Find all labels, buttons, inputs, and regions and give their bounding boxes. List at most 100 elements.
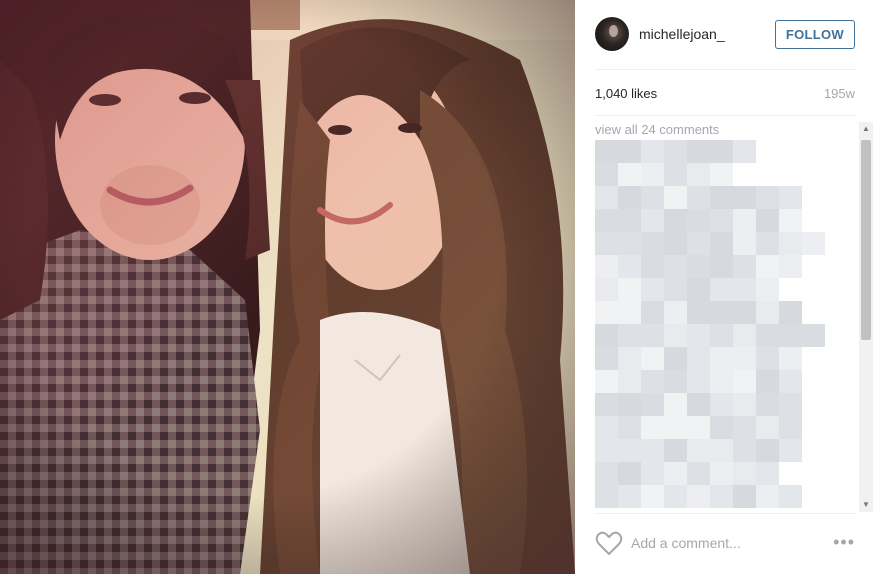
- blurred-text-pixel: [733, 186, 756, 209]
- blurred-text-pixel: [618, 347, 641, 370]
- blurred-text-pixel: [710, 301, 733, 324]
- blurred-text-pixel: [733, 416, 756, 439]
- header-divider: [595, 69, 855, 70]
- blurred-text-pixel: [756, 209, 779, 232]
- blurred-text-pixel: [618, 140, 641, 163]
- likes-divider: [595, 115, 855, 116]
- blurred-text-pixel: [802, 324, 825, 347]
- blurred-text-pixel: [710, 140, 733, 163]
- blurred-text-pixel: [687, 255, 710, 278]
- blurred-text-pixel: [641, 278, 664, 301]
- blurred-text-pixel: [710, 278, 733, 301]
- scroll-up-arrow-icon[interactable]: ▲: [859, 122, 873, 136]
- more-options-icon[interactable]: •••: [833, 532, 855, 552]
- blurred-text-pixel: [710, 163, 733, 186]
- scrollbar-thumb[interactable]: [861, 140, 871, 340]
- comments-list[interactable]: view all 24 comments: [595, 122, 871, 512]
- blurred-text-pixel: [664, 462, 687, 485]
- blurred-text-pixel: [779, 324, 802, 347]
- blurred-text-pixel: [664, 255, 687, 278]
- blurred-text-pixel: [618, 232, 641, 255]
- blurred-text-pixel: [595, 462, 618, 485]
- blurred-text-pixel: [664, 324, 687, 347]
- blurred-text-pixel: [756, 347, 779, 370]
- likes-row: 1,040 likes 195w: [595, 86, 855, 101]
- blurred-text-pixel: [641, 301, 664, 324]
- username-link[interactable]: michellejoan_: [639, 26, 725, 42]
- post-header: michellejoan_ FOLLOW: [595, 14, 855, 54]
- blurred-text-pixel: [618, 370, 641, 393]
- blurred-text-pixel: [710, 324, 733, 347]
- blurred-text-pixel: [733, 301, 756, 324]
- blurred-text-pixel: [664, 485, 687, 508]
- heart-outline-icon[interactable]: [595, 530, 623, 556]
- blurred-text-pixel: [802, 232, 825, 255]
- blurred-text-pixel: [687, 485, 710, 508]
- blurred-text-pixel: [618, 416, 641, 439]
- blurred-text-pixel: [664, 393, 687, 416]
- follow-button[interactable]: FOLLOW: [774, 20, 855, 49]
- blurred-text-pixel: [779, 485, 802, 508]
- blurred-text-pixel: [779, 232, 802, 255]
- blurred-text-pixel: [595, 209, 618, 232]
- blurred-text-pixel: [641, 393, 664, 416]
- blurred-text-pixel: [733, 255, 756, 278]
- blurred-text-pixel: [733, 393, 756, 416]
- blurred-text-pixel: [641, 324, 664, 347]
- blurred-text-pixel: [733, 209, 756, 232]
- blurred-text-pixel: [664, 186, 687, 209]
- likes-count[interactable]: 1,040 likes: [595, 86, 657, 101]
- blurred-text-pixel: [687, 278, 710, 301]
- blurred-text-pixel: [710, 462, 733, 485]
- blurred-text-pixel: [756, 324, 779, 347]
- comments-scrollbar[interactable]: ▲ ▼: [859, 122, 873, 512]
- blurred-text-pixel: [595, 278, 618, 301]
- blurred-text-pixel: [756, 462, 779, 485]
- blurred-text-pixel: [595, 301, 618, 324]
- blurred-text-pixel: [710, 255, 733, 278]
- blurred-text-pixel: [641, 140, 664, 163]
- blurred-text-pixel: [710, 393, 733, 416]
- blurred-text-pixel: [595, 186, 618, 209]
- footer-divider: [595, 513, 855, 514]
- blurred-text-pixel: [664, 140, 687, 163]
- blurred-text-pixel: [618, 186, 641, 209]
- pixelated-comments: [595, 140, 845, 512]
- blurred-text-pixel: [710, 232, 733, 255]
- blurred-text-pixel: [641, 439, 664, 462]
- blurred-text-pixel: [664, 347, 687, 370]
- avatar[interactable]: [595, 17, 629, 51]
- blurred-text-pixel: [664, 370, 687, 393]
- blurred-text-pixel: [595, 324, 618, 347]
- blurred-text-pixel: [687, 324, 710, 347]
- blurred-text-pixel: [687, 301, 710, 324]
- view-all-comments-link[interactable]: view all 24 comments: [595, 122, 871, 138]
- blurred-text-pixel: [733, 370, 756, 393]
- post-photo[interactable]: [0, 0, 575, 574]
- blurred-text-pixel: [756, 232, 779, 255]
- blurred-text-pixel: [641, 186, 664, 209]
- blurred-text-pixel: [687, 393, 710, 416]
- blurred-text-pixel: [641, 163, 664, 186]
- blurred-text-pixel: [618, 324, 641, 347]
- blurred-text-pixel: [664, 416, 687, 439]
- blurred-text-pixel: [664, 232, 687, 255]
- blurred-text-pixel: [687, 347, 710, 370]
- blurred-text-pixel: [710, 485, 733, 508]
- blurred-text-pixel: [618, 255, 641, 278]
- blurred-text-pixel: [710, 439, 733, 462]
- add-comment-input[interactable]: [629, 534, 823, 552]
- comment-bar: •••: [595, 528, 855, 558]
- blurred-text-pixel: [756, 416, 779, 439]
- blurred-text-pixel: [687, 232, 710, 255]
- blurred-text-pixel: [779, 347, 802, 370]
- blurred-text-pixel: [641, 209, 664, 232]
- blurred-text-pixel: [618, 209, 641, 232]
- blurred-text-pixel: [687, 140, 710, 163]
- blurred-text-pixel: [779, 209, 802, 232]
- blurred-text-pixel: [595, 232, 618, 255]
- scroll-down-arrow-icon[interactable]: ▼: [859, 498, 873, 512]
- blurred-text-pixel: [641, 485, 664, 508]
- blurred-text-pixel: [641, 255, 664, 278]
- blurred-text-pixel: [710, 186, 733, 209]
